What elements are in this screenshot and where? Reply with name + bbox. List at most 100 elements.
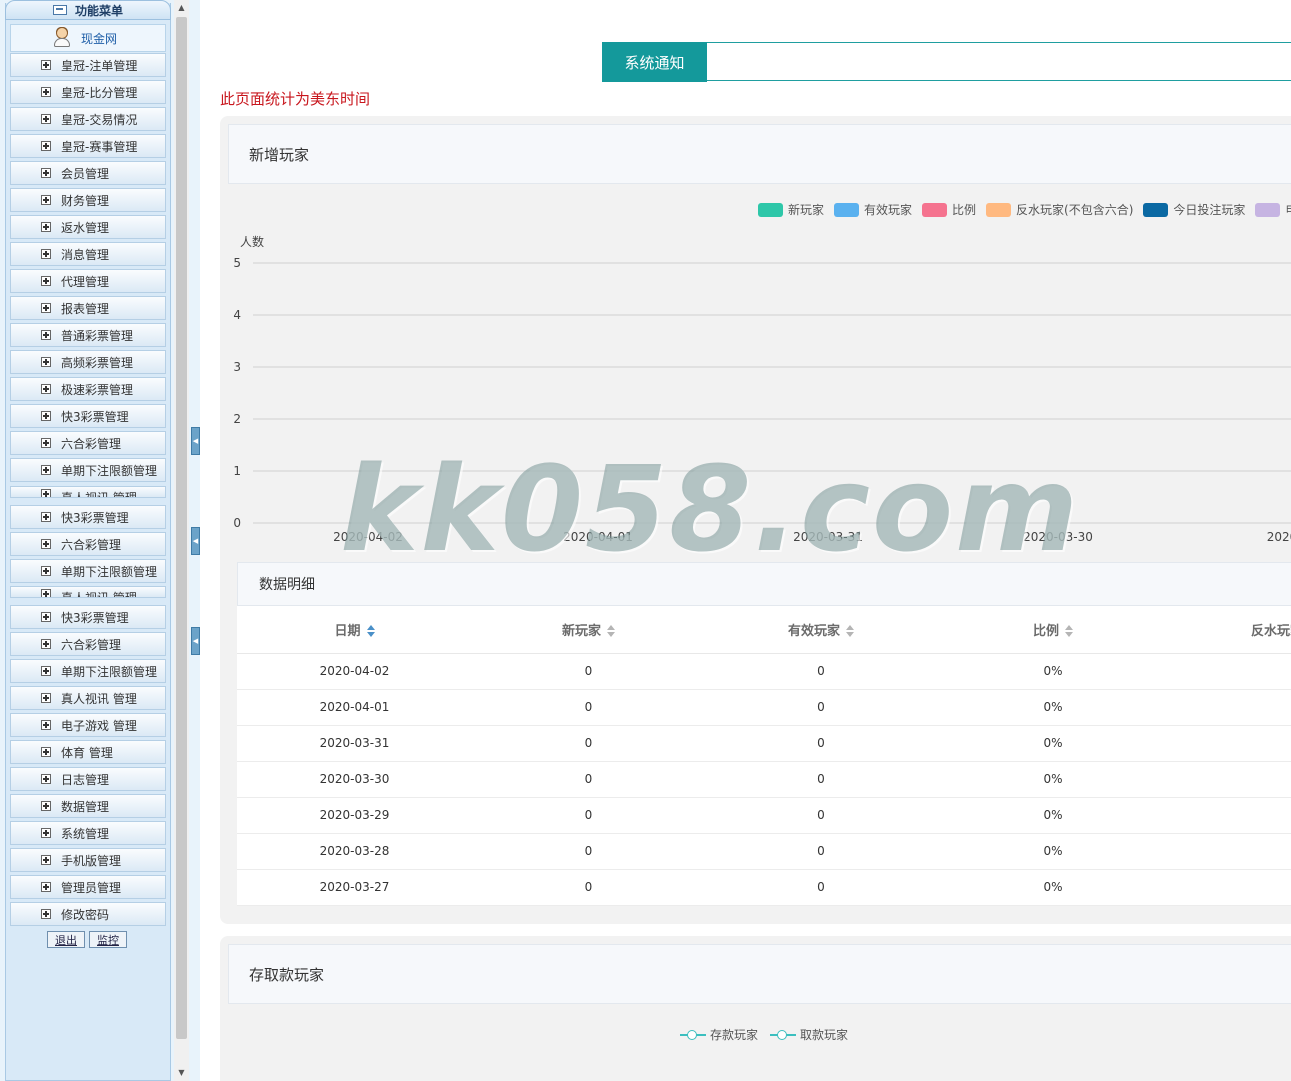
column-header[interactable]: 有效玩家 <box>705 606 937 654</box>
column-header[interactable]: 新玩家 <box>472 606 705 654</box>
sort-icon[interactable] <box>607 625 615 638</box>
sidebar-menu-item[interactable]: 日志管理 <box>10 767 166 791</box>
sidebar-menu-item[interactable]: 皇冠-注单管理 <box>10 53 166 77</box>
sidebar-menu-item[interactable]: 六合彩管理 <box>10 632 166 656</box>
sidebar-menu-item[interactable]: 单期下注限额管理 <box>10 458 166 482</box>
sidebar-menu-item[interactable]: 返水管理 <box>10 215 166 239</box>
sidebar-menu-item[interactable]: 快3彩票管理 <box>10 505 166 529</box>
sidebar-menu-item[interactable]: 快3彩票管理 <box>10 404 166 428</box>
sidebar-menu-item[interactable]: 手机版管理 <box>10 848 166 872</box>
y-tick-label: 2 <box>233 412 241 426</box>
scroll-up-icon[interactable]: ▲ <box>174 0 189 16</box>
sidebar-menu-item[interactable]: 体育 管理 <box>10 740 166 764</box>
sidebar-menu-label: 皇冠-比分管理 <box>61 85 138 100</box>
column-header[interactable]: 反水玩家(不包 <box>1169 606 1291 654</box>
column-header[interactable]: 比例 <box>937 606 1169 654</box>
sidebar-menu-item[interactable]: 六合彩管理 <box>10 431 166 455</box>
menu-group-2: 真人视讯 管理 <box>10 486 166 501</box>
sidebar-menu-label: 单期下注限额管理 <box>61 664 158 679</box>
legend-item[interactable]: 比例 <box>922 201 976 218</box>
sidebar-menu-item[interactable]: 真人视讯 管理 <box>10 486 166 498</box>
sidebar-menu-label: 消息管理 <box>61 247 110 262</box>
table-cell: 2020-03-30 <box>237 761 472 798</box>
menu-title-text: 功能菜单 <box>74 3 123 18</box>
scroll-down-icon[interactable]: ▼ <box>174 1065 189 1081</box>
legend-line-marker <box>770 1029 797 1040</box>
table-cell: 2020-03-29 <box>237 797 472 834</box>
sidebar-menu-item[interactable]: 皇冠-赛事管理 <box>10 134 166 158</box>
sidebar-menu-item[interactable]: 电子游戏 管理 <box>10 713 166 737</box>
table-cell: 2020-04-01 <box>237 689 472 726</box>
sidebar-menu-item[interactable]: 单期下注限额管理 <box>10 659 166 683</box>
table-row: 2020-03-28000%0 <box>237 833 1291 870</box>
legend-label: 存款玩家 <box>710 1028 759 1042</box>
sidebar-menu-item[interactable]: 代理管理 <box>10 269 166 293</box>
legend-label: 比例 <box>952 203 977 217</box>
table-cell: 0% <box>937 833 1169 870</box>
expand-plus-icon <box>41 909 51 919</box>
table-cell: 0 <box>1169 833 1291 870</box>
sidebar-menu-item[interactable]: 皇冠-交易情况 <box>10 107 166 131</box>
card-title: 新增玩家 <box>228 124 1291 184</box>
legend-item[interactable]: 申 <box>1255 201 1291 218</box>
sidebar-menu-item[interactable]: 高频彩票管理 <box>10 350 166 374</box>
user-row[interactable]: 现金网 <box>10 24 166 52</box>
table-cell: 0% <box>937 797 1169 834</box>
sidebar-menu-item[interactable]: 管理员管理 <box>10 875 166 899</box>
sort-icon[interactable] <box>1065 625 1073 638</box>
sidebar-menu-item[interactable]: 消息管理 <box>10 242 166 266</box>
column-header-label: 反水玩家(不包 <box>1251 623 1291 639</box>
sidebar-menu-item[interactable]: 系统管理 <box>10 821 166 845</box>
sidebar-menu-item[interactable]: 真人视讯 管理 <box>10 686 166 710</box>
sidebar-menu-label: 皇冠-注单管理 <box>61 58 138 73</box>
card-title: 存取款玩家 <box>228 944 1291 1004</box>
table-row: 2020-03-30000%0 <box>237 761 1291 798</box>
sidebar-menu-label: 日志管理 <box>61 772 110 787</box>
legend-item[interactable]: 有效玩家 <box>834 201 912 218</box>
sidebar-scrollbar[interactable]: ▲ ▼ <box>174 0 189 1081</box>
scroll-thumb[interactable] <box>176 17 187 1039</box>
sidebar-menu-item[interactable]: 普通彩票管理 <box>10 323 166 347</box>
sidebar-menu-item[interactable]: 数据管理 <box>10 794 166 818</box>
sidebar-menu-item[interactable]: 皇冠-比分管理 <box>10 80 166 104</box>
legend-item[interactable]: 反水玩家(不包含六合) <box>986 201 1133 218</box>
sidebar-menu-label: 快3彩票管理 <box>61 610 129 625</box>
logout-button[interactable]: 退出 <box>47 931 85 948</box>
sidebar-menu-label: 数据管理 <box>61 799 110 814</box>
sidebar-menu-item[interactable]: 修改密码 <box>10 902 166 926</box>
legend-item[interactable]: 今日投注玩家 <box>1143 201 1245 218</box>
legend-swatch <box>1143 202 1169 217</box>
tab-system-notice[interactable]: 系统通知 <box>602 42 707 82</box>
legend-label: 今日投注玩家 <box>1173 203 1246 217</box>
menu-group-4: 真人视讯 管理 <box>10 586 166 601</box>
collapse-sidebar-icon[interactable]: ◀ <box>191 427 200 455</box>
sort-icon[interactable] <box>846 625 854 638</box>
collapse-sidebar-icon[interactable]: ◀ <box>191 627 200 655</box>
sidebar-menu-item[interactable]: 会员管理 <box>10 161 166 185</box>
expand-plus-icon <box>41 438 51 448</box>
sidebar-menu-item[interactable]: 快3彩票管理 <box>10 605 166 629</box>
timezone-note: 此页面统计为美东时间 <box>220 90 371 108</box>
legend-item[interactable]: 取款玩家 <box>770 1026 848 1043</box>
table-cell: 0 <box>1169 725 1291 762</box>
sort-icon[interactable] <box>366 625 375 638</box>
table-cell: 0% <box>937 653 1169 690</box>
user-name[interactable]: 现金网 <box>81 30 117 47</box>
legend-item[interactable]: 新玩家 <box>758 201 824 218</box>
legend-item[interactable]: 存款玩家 <box>680 1026 758 1043</box>
collapse-sidebar-icon[interactable]: ◀ <box>191 527 200 555</box>
table-cell: 2020-03-27 <box>237 869 472 906</box>
sidebar-menu-item[interactable]: 财务管理 <box>10 188 166 212</box>
sidebar-menu-item[interactable]: 极速彩票管理 <box>10 377 166 401</box>
table-cell: 0 <box>472 869 705 906</box>
monitor-button[interactable]: 监控 <box>89 931 127 948</box>
sidebar-menu-label: 手机版管理 <box>61 853 122 868</box>
column-header[interactable]: 日期 <box>237 606 472 654</box>
table-cell: 0% <box>937 689 1169 726</box>
sidebar-menu-item[interactable]: 六合彩管理 <box>10 532 166 556</box>
sidebar-menu-item[interactable]: 报表管理 <box>10 296 166 320</box>
sidebar-menu-item[interactable]: 真人视讯 管理 <box>10 586 166 598</box>
sidebar-menu-item[interactable]: 单期下注限额管理 <box>10 559 166 583</box>
sidebar-menu-label: 单期下注限额管理 <box>61 463 158 478</box>
table-cell: 0 <box>472 653 705 690</box>
